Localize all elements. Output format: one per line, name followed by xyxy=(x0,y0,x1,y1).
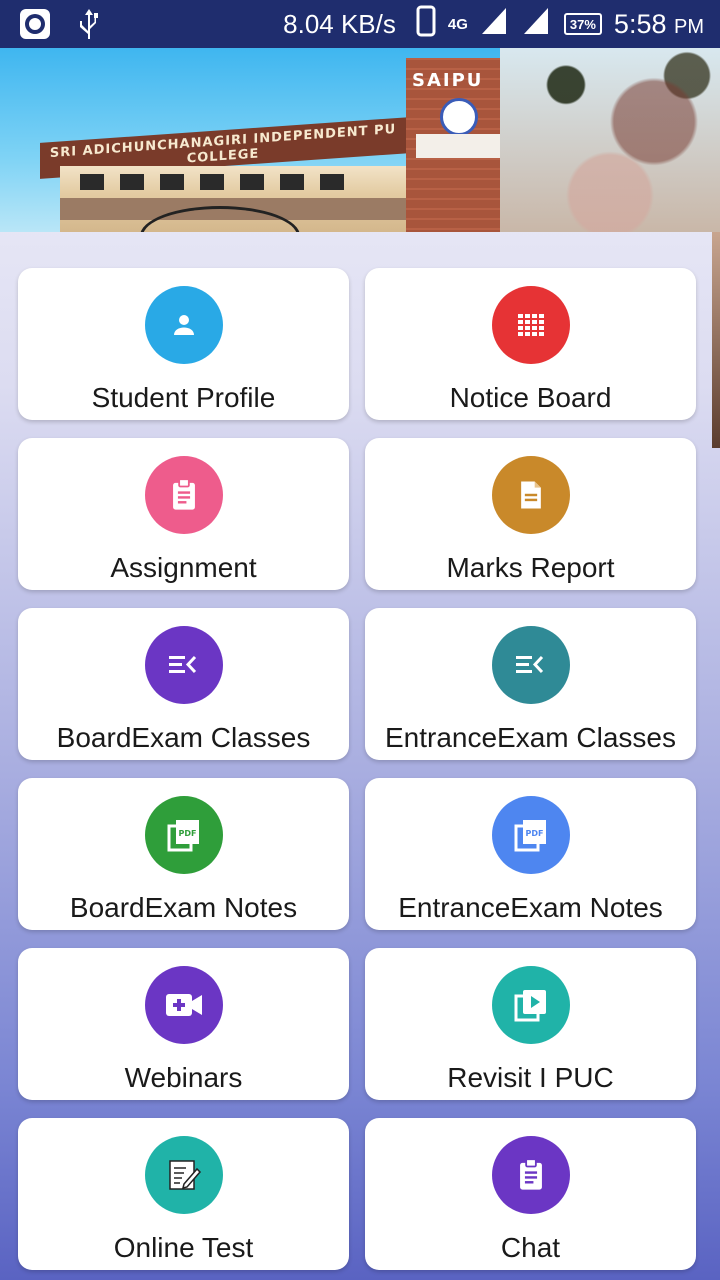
person-icon xyxy=(144,286,223,364)
banner-edge xyxy=(712,232,720,448)
phone-icon xyxy=(416,5,436,44)
menu-card-label: BoardExam Notes xyxy=(69,892,298,923)
menu-card-notice-board[interactable]: Notice Board xyxy=(365,268,696,420)
pdf-icon: PDF xyxy=(491,796,570,874)
document-icon xyxy=(491,456,570,534)
menu-card-label: Notice Board xyxy=(449,382,612,413)
menu-card-revisit-i-puc[interactable]: Revisit I PUC xyxy=(365,948,696,1100)
menu-card-marks-report[interactable]: Marks Report xyxy=(365,438,696,590)
svg-text:PDF: PDF xyxy=(525,829,543,838)
menu-card-label: Student Profile xyxy=(91,382,276,413)
menu-card-webinars[interactable]: Webinars xyxy=(18,948,349,1100)
battery-indicator: 37% xyxy=(563,13,602,35)
menu-card-label: EntranceExam Classes xyxy=(384,722,676,753)
menu-card-online-test[interactable]: Online Test xyxy=(18,1118,349,1270)
signal-sim1-icon xyxy=(480,6,510,43)
usb-icon xyxy=(72,7,106,41)
video-library-icon xyxy=(491,966,570,1044)
clock-ampm: PM xyxy=(674,15,704,38)
menu-card-boardexam-classes[interactable]: BoardExam Classes xyxy=(18,608,349,760)
menu-card-entranceexam-classes[interactable]: EntranceExam Classes xyxy=(365,608,696,760)
clipboard-icon xyxy=(144,456,223,534)
edit-note-icon xyxy=(144,1136,223,1214)
trees xyxy=(500,48,720,232)
menu-collapse-icon xyxy=(144,626,223,704)
clock-time: 5:58 xyxy=(613,8,667,39)
menu-card-label: Chat xyxy=(500,1232,561,1263)
menu-card-label: Marks Report xyxy=(446,552,615,583)
tower-sign: SAIPU xyxy=(412,70,484,91)
menu-card-label: Revisit I PUC xyxy=(447,1062,614,1093)
menu-card-chat[interactable]: Chat xyxy=(365,1118,696,1270)
menu-card-label: Assignment xyxy=(110,552,257,583)
menu-card-label: EntranceExam Notes xyxy=(398,892,663,923)
college-logo xyxy=(440,98,478,136)
network-speed: 8.04 KB/s xyxy=(283,8,396,39)
menu-grid: Student Profile Notice Board Assignment … xyxy=(18,268,696,1270)
signal-sim2-icon xyxy=(522,6,552,43)
building-windows xyxy=(80,174,400,192)
clipboard-icon xyxy=(491,1136,570,1214)
menu-card-label: Online Test xyxy=(113,1232,254,1263)
network-type: 4G xyxy=(447,15,468,33)
college-banner: SRI ADICHUNCHANAGIRI INDEPENDENT PU COLL… xyxy=(0,48,720,232)
menu-card-label: Webinars xyxy=(124,1062,243,1093)
video-add-icon xyxy=(144,966,223,1044)
menu-card-label: BoardExam Classes xyxy=(56,722,311,753)
menu-card-student-profile[interactable]: Student Profile xyxy=(18,268,349,420)
pdf-icon: PDF xyxy=(144,796,223,874)
status-bar: 8.04 KB/s 4G 37% 5:58 PM xyxy=(0,0,720,48)
screen-record-icon xyxy=(18,7,52,41)
menu-collapse-icon xyxy=(491,626,570,704)
menu-card-entranceexam-notes[interactable]: PDF EntranceExam Notes xyxy=(365,778,696,930)
tower-panel xyxy=(416,134,510,158)
grid-icon xyxy=(491,286,570,364)
menu-card-boardexam-notes[interactable]: PDF BoardExam Notes xyxy=(18,778,349,930)
svg-text:PDF: PDF xyxy=(178,829,196,838)
menu-card-assignment[interactable]: Assignment xyxy=(18,438,349,590)
clock: 5:58 PM xyxy=(614,9,704,40)
